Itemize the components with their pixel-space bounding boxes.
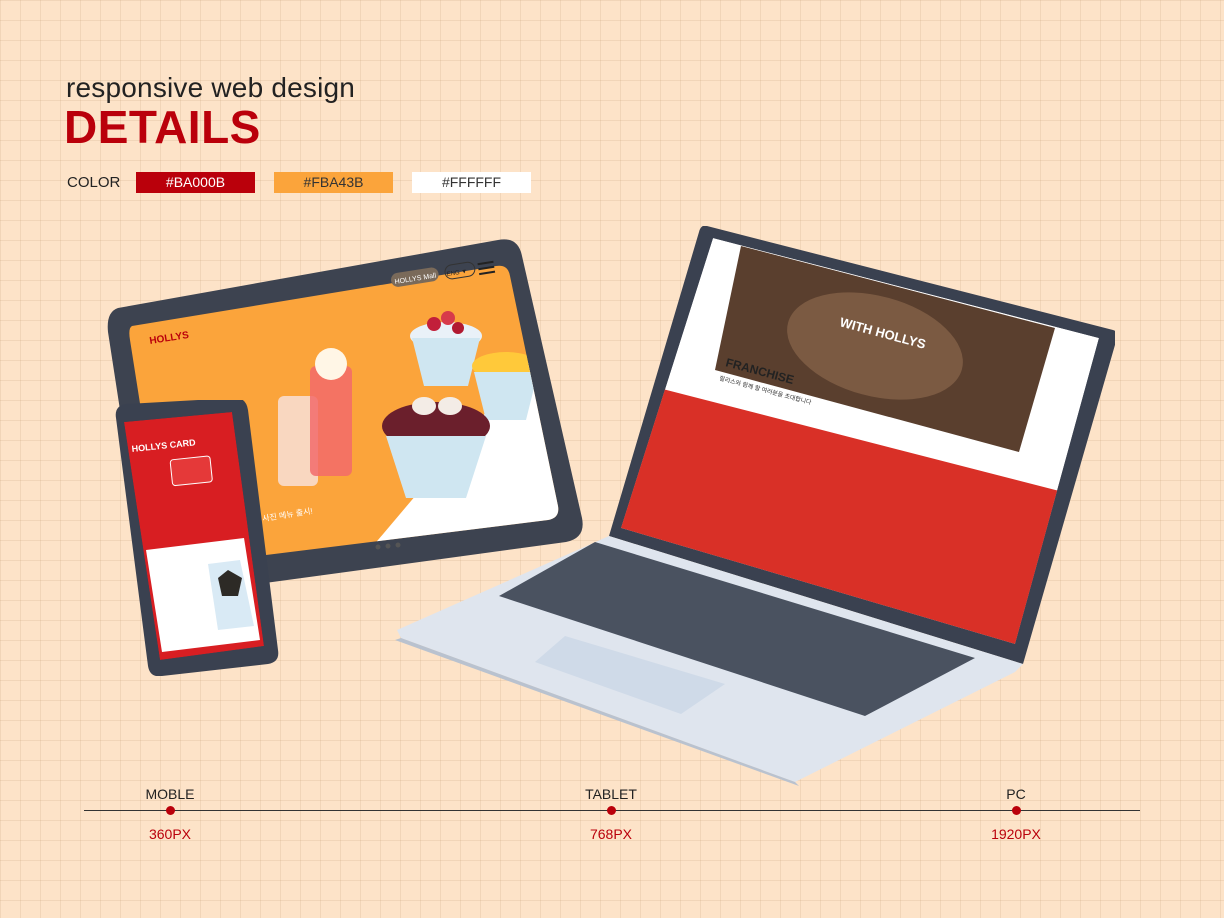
timeline-px-tablet: 768PX (589, 826, 633, 842)
phone-mockup: HOLLYS CARD MEMBERSHIP (115, 400, 279, 676)
color-swatch-white: #FFFFFF (412, 172, 531, 193)
timeline-px-mobile: 360PX (148, 826, 192, 842)
timeline-label-tablet: TABLET (585, 786, 637, 802)
laptop-mockup: WITH HOLLYS FRANCHISE 할리스와 함께 할 여러분을 초대합… (395, 226, 1115, 786)
timeline-dot-mobile (166, 806, 175, 815)
timeline-dot-pc (1012, 806, 1021, 815)
timeline-label-pc: PC (1006, 786, 1026, 802)
color-swatch-red: #BA000B (136, 172, 255, 193)
page-title: DETAILS (64, 101, 261, 153)
timeline-dot-tablet (607, 806, 616, 815)
timeline-label-mobile: MOBLE (145, 786, 195, 802)
timeline-px-pc: 1920PX (991, 826, 1041, 842)
color-label: COLOR (67, 174, 121, 191)
color-swatch-orange: #FBA43B (274, 172, 393, 193)
